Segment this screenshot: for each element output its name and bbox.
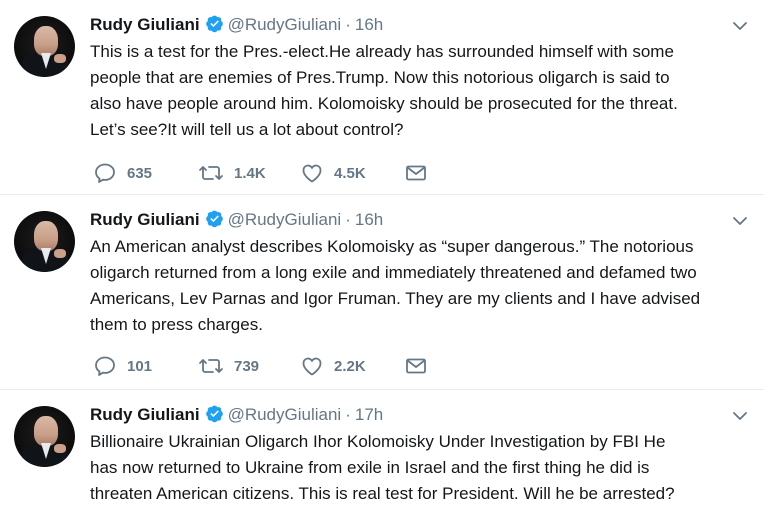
verified-badge-icon [205,14,224,33]
tweet-header: Rudy Giuliani @RudyGiuliani · 17h [90,404,383,428]
retweet-icon [198,161,224,185]
like-count: 2.2K [334,357,366,375]
reply-button[interactable]: 101 [93,354,152,378]
retweet-button[interactable]: 739 [198,354,259,378]
chevron-down-icon[interactable] [732,18,748,34]
timestamp[interactable]: 16h [355,15,383,34]
verified-badge-icon [205,404,224,423]
verified-badge-icon [205,209,224,228]
display-name[interactable]: Rudy Giuliani [90,405,200,424]
chevron-down-icon[interactable] [732,408,748,424]
tweet-text: Billionaire Ukrainian Oligarch Ihor Kolo… [90,432,675,503]
tweet[interactable]: Rudy Giuliani @RudyGiuliani · 16h This is … [0,0,764,195]
avatar-hand [54,54,66,63]
avatar-face [34,416,58,446]
retweet-button[interactable]: 1.4K [198,161,266,185]
tweet-text: This is a test for the Pres.-elect.He al… [90,42,678,139]
separator-dot: · [345,405,351,424]
reply-button[interactable]: 635 [93,161,152,185]
user-handle[interactable]: @RudyGiuliani [228,210,342,229]
direct-message-button[interactable] [404,354,428,378]
chevron-down-icon[interactable] [732,213,748,229]
direct-message-icon [404,161,428,185]
display-name[interactable]: Rudy Giuliani [90,210,200,229]
tweet[interactable]: Rudy Giuliani @RudyGiuliani · 16h An Ameri… [0,195,764,390]
timestamp[interactable]: 16h [355,210,383,229]
avatar-hand [54,444,66,453]
like-button[interactable]: 4.5K [300,161,366,185]
direct-message-icon [404,354,428,378]
tweet-text: An American analyst describes Kolomoisky… [90,237,701,334]
like-count: 4.5K [334,164,366,182]
tweet[interactable]: Rudy Giuliani @RudyGiuliani · 17h Billiona… [0,390,764,518]
avatar-face [34,221,58,251]
avatar[interactable] [14,16,75,77]
display-name[interactable]: Rudy Giuliani [90,15,200,34]
avatar-hand [54,249,66,258]
like-button[interactable]: 2.2K [300,354,366,378]
reply-count: 101 [127,357,153,375]
avatar[interactable] [14,406,75,467]
reply-icon [93,161,117,185]
avatar[interactable] [14,211,75,272]
retweet-count: 1.4K [234,164,266,182]
timestamp[interactable]: 17h [355,405,383,424]
user-handle[interactable]: @RudyGiuliani [228,15,342,34]
reply-icon [93,354,117,378]
avatar-face [34,26,58,56]
user-handle[interactable]: @RudyGiuliani [228,405,342,424]
separator-dot: · [345,210,351,229]
separator-dot: · [345,15,351,34]
retweet-icon [198,354,224,378]
direct-message-button[interactable] [404,161,428,185]
tweet-header: Rudy Giuliani @RudyGiuliani · 16h [90,14,383,38]
like-icon [300,161,324,185]
tweet-header: Rudy Giuliani @RudyGiuliani · 16h [90,209,383,233]
reply-count: 635 [127,164,153,182]
like-icon [300,354,324,378]
retweet-count: 739 [234,357,260,375]
